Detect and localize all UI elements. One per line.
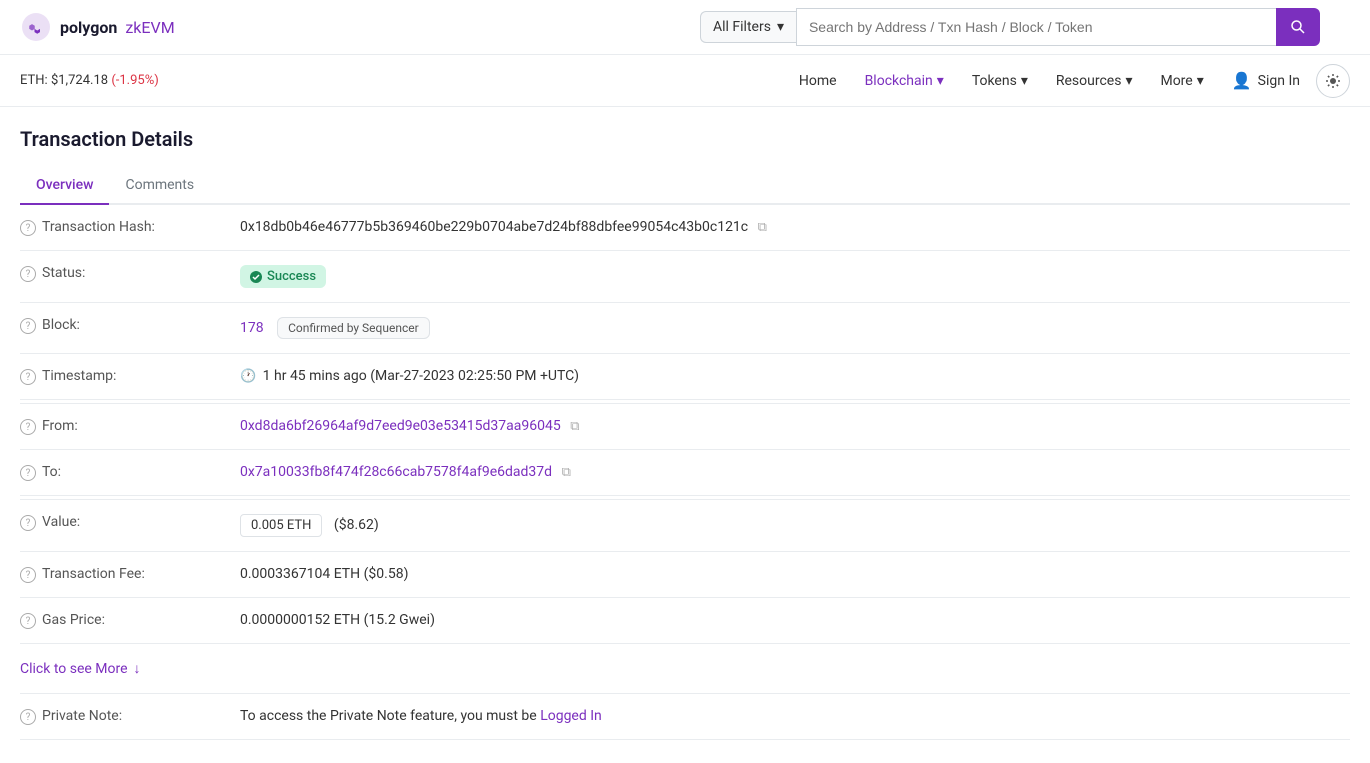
private-note-label: ? Private Note: [20, 694, 240, 739]
clock-icon: 🕐 [240, 369, 256, 384]
status-badge: Success [240, 265, 326, 288]
to-label: ? To: [20, 450, 240, 495]
timestamp-row: ? Timestamp: 🕐 1 hr 45 mins ago (Mar-27-… [20, 354, 1350, 400]
fee-label: ? Transaction Fee: [20, 552, 240, 597]
product-name: zkEVM [125, 18, 174, 37]
search-input-wrap [796, 8, 1276, 46]
eth-value: $1,724.18 [51, 73, 108, 88]
chevron-down-icon: ▾ [937, 73, 944, 89]
copy-hash-button[interactable]: ⧉ [758, 220, 767, 235]
page-content: Transaction Details Overview Comments ? … [0, 107, 1370, 760]
help-icon[interactable]: ? [20, 465, 36, 481]
chevron-down-icon: ▾ [1021, 73, 1028, 89]
help-icon[interactable]: ? [20, 709, 36, 725]
filter-dropdown[interactable]: All Filters ▾ [700, 11, 796, 43]
to-value: 0x7a10033fb8f474f28c66cab7578f4af9e6dad3… [240, 450, 1350, 495]
block-link[interactable]: 178 [240, 320, 267, 336]
polygon-logo-icon [20, 11, 52, 43]
click-more-button[interactable]: Click to see More ↓ [20, 644, 1350, 693]
nav-blockchain[interactable]: Blockchain ▾ [853, 65, 956, 97]
to-row: ? To: 0x7a10033fb8f474f28c66cab7578f4af9… [20, 450, 1350, 496]
nav-tokens[interactable]: Tokens ▾ [960, 65, 1040, 97]
block-value: 178 Confirmed by Sequencer [240, 303, 1350, 353]
copy-from-button[interactable]: ⧉ [570, 419, 579, 434]
click-more-section: Click to see More ↓ [20, 644, 1350, 694]
help-icon[interactable]: ? [20, 515, 36, 531]
chevron-down-icon: ▾ [777, 19, 784, 35]
chevron-down-icon: ▾ [1125, 73, 1132, 89]
help-icon[interactable]: ? [20, 220, 36, 236]
help-icon[interactable]: ? [20, 567, 36, 583]
to-address-link[interactable]: 0x7a10033fb8f474f28c66cab7578f4af9e6dad3… [240, 464, 556, 480]
chevron-down-icon: ▾ [1197, 73, 1204, 89]
hash-value: 0x18db0b46e46777b5b369460be229b0704abe7d… [240, 205, 1350, 250]
theme-icon [1325, 73, 1341, 89]
fee-row: ? Transaction Fee: 0.0003367104 ETH ($0.… [20, 552, 1350, 598]
gas-value: 0.0000000152 ETH (15.2 Gwei) [240, 598, 1350, 643]
value-value: 0.005 ETH ($8.62) [240, 500, 1350, 551]
search-button[interactable] [1276, 8, 1320, 46]
nav-sign-in[interactable]: 👤 Sign In [1220, 63, 1312, 98]
search-area: All Filters ▾ [700, 8, 1320, 46]
copy-to-button[interactable]: ⧉ [562, 465, 571, 480]
eth-price: ETH: $1,724.18 (-1.95%) [20, 73, 159, 88]
search-icon [1290, 19, 1306, 35]
status-value: Success [240, 251, 1350, 302]
fee-value: 0.0003367104 ETH ($0.58) [240, 552, 1350, 597]
from-value: 0xd8da6bf26964af9d7eed9e03e53415d37aa960… [240, 404, 1350, 449]
nav-resources[interactable]: Resources ▾ [1044, 65, 1145, 97]
transaction-details: ? Transaction Hash: 0x18db0b46e46777b5b3… [20, 205, 1350, 740]
logo[interactable]: polygon zkEVM [20, 11, 175, 43]
transaction-hash-row: ? Transaction Hash: 0x18db0b46e46777b5b3… [20, 205, 1350, 251]
theme-toggle-button[interactable] [1316, 64, 1350, 98]
gas-row: ? Gas Price: 0.0000000152 ETH (15.2 Gwei… [20, 598, 1350, 644]
help-icon[interactable]: ? [20, 369, 36, 385]
hash-label: ? Transaction Hash: [20, 205, 240, 250]
search-input[interactable] [796, 8, 1276, 46]
status-row: ? Status: Success [20, 251, 1350, 303]
value-label: ? Value: [20, 500, 240, 551]
sequencer-badge: Confirmed by Sequencer [277, 317, 430, 339]
logged-in-link[interactable]: Logged In [540, 708, 602, 724]
arrow-down-icon: ↓ [134, 660, 141, 677]
user-icon: 👤 [1232, 71, 1252, 90]
timestamp-value: 🕐 1 hr 45 mins ago (Mar-27-2023 02:25:50… [240, 354, 1350, 399]
nav-more[interactable]: More ▾ [1148, 65, 1215, 97]
eth-change: (-1.95%) [111, 73, 158, 88]
check-icon [250, 271, 262, 283]
value-row: ? Value: 0.005 ETH ($8.62) [20, 500, 1350, 552]
tab-comments[interactable]: Comments [109, 167, 210, 205]
tabs: Overview Comments [20, 167, 1350, 205]
usd-value: ($8.62) [334, 517, 379, 533]
help-icon[interactable]: ? [20, 266, 36, 282]
tab-overview[interactable]: Overview [20, 167, 109, 205]
private-note-value: To access the Private Note feature, you … [240, 694, 1350, 739]
block-row: ? Block: 178 Confirmed by Sequencer [20, 303, 1350, 354]
from-label: ? From: [20, 404, 240, 449]
brand-name: polygon [60, 18, 117, 37]
help-icon[interactable]: ? [20, 613, 36, 629]
eth-amount-box: 0.005 ETH [240, 514, 322, 537]
nav-bar: ETH: $1,724.18 (-1.95%) Home Blockchain … [0, 55, 1370, 107]
from-address-link[interactable]: 0xd8da6bf26964af9d7eed9e03e53415d37aa960… [240, 418, 564, 434]
gas-label: ? Gas Price: [20, 598, 240, 643]
filter-label: All Filters [713, 19, 771, 35]
private-note-row: ? Private Note: To access the Private No… [20, 694, 1350, 740]
from-row: ? From: 0xd8da6bf26964af9d7eed9e03e53415… [20, 404, 1350, 450]
help-icon[interactable]: ? [20, 419, 36, 435]
status-label: ? Status: [20, 251, 240, 302]
timestamp-label: ? Timestamp: [20, 354, 240, 399]
block-label: ? Block: [20, 303, 240, 353]
header: polygon zkEVM All Filters ▾ [0, 0, 1370, 55]
eth-label: ETH: [20, 73, 48, 88]
help-icon[interactable]: ? [20, 318, 36, 334]
nav-home[interactable]: Home [787, 65, 849, 97]
page-title: Transaction Details [20, 127, 1350, 151]
